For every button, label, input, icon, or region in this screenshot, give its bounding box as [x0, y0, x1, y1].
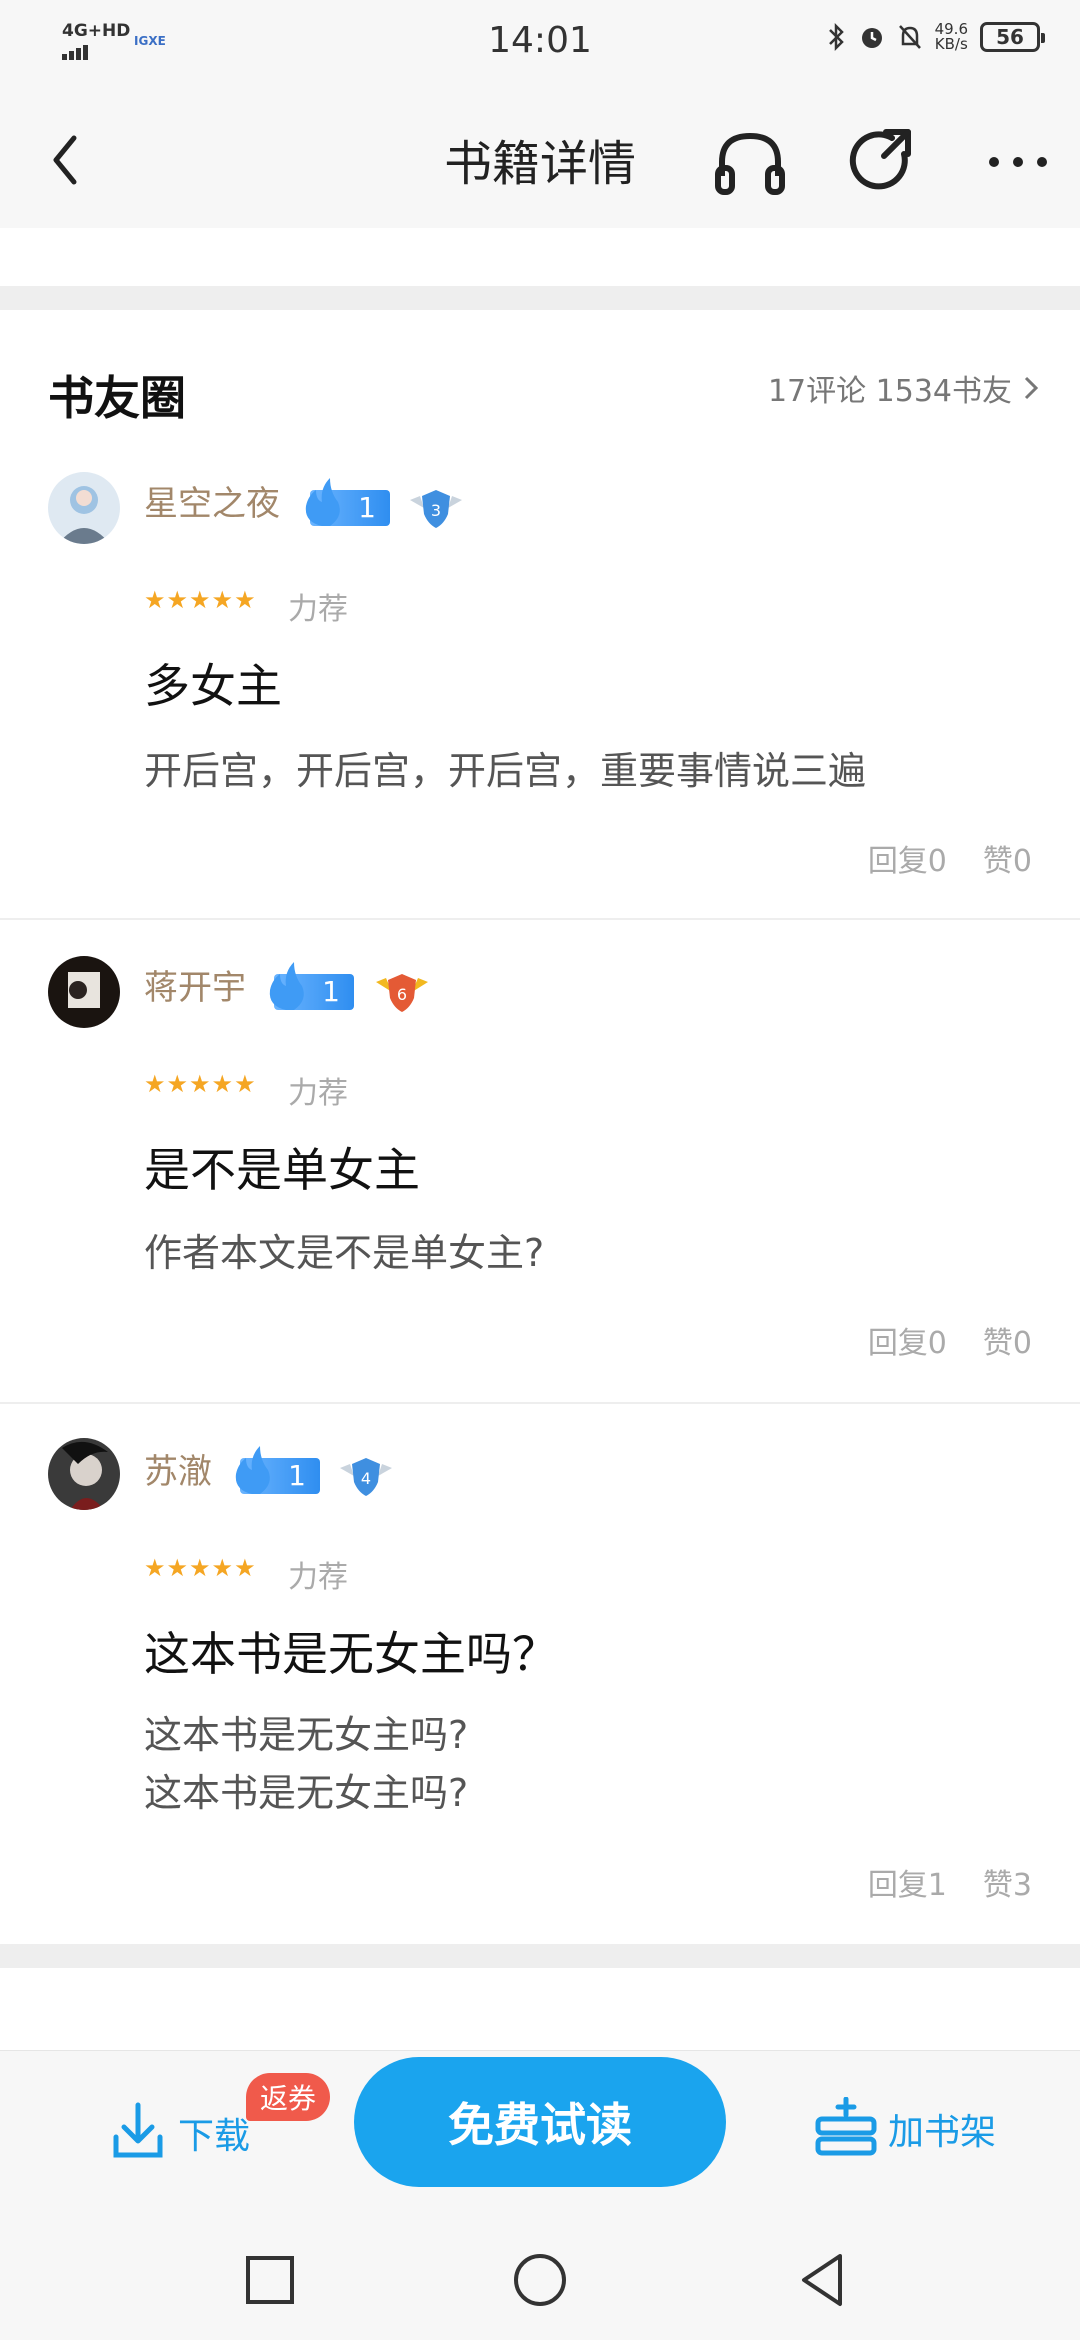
mute-bell-icon [898, 25, 921, 49]
shelf-label: 加书架 [888, 2112, 997, 2153]
shield-badge-icon: 4 [340, 1458, 392, 1496]
download-button[interactable]: 下载 [110, 2101, 250, 2165]
rating-stars: ★★★★★ [144, 1554, 257, 1582]
comment-body: 作者本文是不是单女主? [144, 1224, 544, 1282]
back-nav-icon[interactable] [792, 2250, 852, 2310]
rating-stars: ★★★★★ [144, 1070, 257, 1098]
level-number: 1 [358, 491, 376, 524]
rating-stars: ★★★★★ [144, 586, 257, 614]
level-number: 1 [288, 1459, 306, 1492]
headphone-icon[interactable] [712, 124, 788, 200]
home-icon[interactable] [510, 2250, 570, 2310]
add-to-shelf-button[interactable]: 加书架 [814, 2097, 996, 2161]
free-read-button[interactable]: 免费试读 [354, 2057, 726, 2187]
reply-button[interactable]: 回复0 [868, 1318, 947, 1362]
comment-title: 多女主 [144, 659, 282, 713]
flame-icon [305, 478, 340, 526]
bottom-action-bar: 下载 返券 免费试读 加书架 [0, 2050, 1080, 2220]
level-badge: 1 [305, 478, 390, 526]
comment-item[interactable]: 星空之夜 1 3 ★★★★★ 力荐 多女主 开后宫，开后宫，开后宫，重要事情说三… [0, 450, 1080, 920]
rating-tag: 力荐 [288, 592, 348, 627]
comment-body-line: 这本书是无女主吗? [144, 1771, 469, 1815]
download-label: 下载 [178, 2116, 251, 2157]
shield-badge-icon: 3 [410, 490, 462, 528]
bluetooth-icon [828, 22, 844, 52]
flame-icon [269, 962, 304, 1010]
rating-tag: 力荐 [288, 1560, 348, 1595]
comment-item[interactable]: 蒋开宇 1 6 ★★★★★ 力荐 是不是单女主 作者本文是不是单女主? 回复0 … [0, 920, 1080, 1404]
comment-body: 这本书是无女主吗? 这本书是无女主吗? [144, 1706, 468, 1822]
comment-body-line: 这本书是无女主吗? [144, 1713, 469, 1757]
system-nav-bar [0, 2220, 1080, 2340]
avatar[interactable] [48, 1438, 120, 1510]
section-title: 书友圈 [48, 371, 186, 425]
username[interactable]: 苏澈 [144, 1444, 212, 1493]
rating-tag: 力荐 [288, 1076, 348, 1111]
level-number: 1 [322, 975, 340, 1008]
status-bar: 4G+HD IGXE 14:01 49.6 KB/s 56 [0, 0, 1080, 84]
section-divider [0, 1944, 1080, 1968]
like-button[interactable]: 赞3 [983, 1860, 1032, 1904]
comment-body-line: 开后宫，开后宫，开后宫，重要事情说三遍 [144, 749, 867, 793]
coupon-badge: 返券 [246, 2073, 331, 2121]
flame-icon [235, 1446, 270, 1494]
avatar[interactable] [48, 472, 120, 544]
username[interactable]: 蒋开宇 [144, 960, 246, 1009]
badge-number: 4 [361, 1469, 371, 1488]
reply-button[interactable]: 回复1 [868, 1860, 947, 1904]
speed-unit: KB/s [934, 35, 968, 53]
like-button[interactable]: 赞0 [983, 1318, 1032, 1362]
bookshelf-icon [815, 2097, 877, 2156]
comment-body: 开后宫，开后宫，开后宫，重要事情说三遍 [144, 742, 866, 800]
alarm-icon [861, 28, 882, 48]
recent-apps-icon[interactable] [240, 2250, 300, 2310]
badge-number: 6 [397, 985, 407, 1004]
battery-icon: 56 [980, 22, 1045, 52]
avatar[interactable] [48, 956, 120, 1028]
comment-item[interactable]: 苏澈 1 4 ★★★★★ 力荐 这本书是无女主吗？ 这本书是无女主吗? 这本书是… [0, 1404, 1080, 1946]
download-icon [113, 2102, 163, 2158]
book-circle-header: 书友圈 17评论 1534书友 [0, 310, 1080, 450]
circle-stats-link[interactable]: 17评论 1534书友 [768, 366, 1040, 410]
next-section-edge [0, 1968, 1080, 2052]
like-button[interactable]: 赞0 [983, 836, 1032, 880]
reply-button[interactable]: 回复0 [868, 836, 947, 880]
app-header: 书籍详情 [0, 84, 1080, 228]
share-icon[interactable] [846, 124, 922, 200]
badge-number: 3 [431, 501, 441, 520]
level-badge: 1 [269, 962, 354, 1010]
network-speed: 49.6 KB/s [935, 22, 968, 52]
section-divider [0, 286, 1080, 310]
more-icon[interactable] [980, 124, 1056, 200]
chevron-right-icon [1024, 376, 1039, 400]
comment-title: 是不是单女主 [144, 1143, 420, 1197]
comment-body-line: 作者本文是不是单女主? [144, 1231, 545, 1275]
comment-title: 这本书是无女主吗？ [144, 1627, 558, 1681]
username[interactable]: 星空之夜 [144, 476, 280, 525]
previous-section-edge [0, 228, 1080, 286]
circle-stats-text: 17评论 1534书友 [767, 374, 1012, 409]
shield-badge-icon: 6 [376, 974, 428, 1012]
level-badge: 1 [235, 1446, 320, 1494]
